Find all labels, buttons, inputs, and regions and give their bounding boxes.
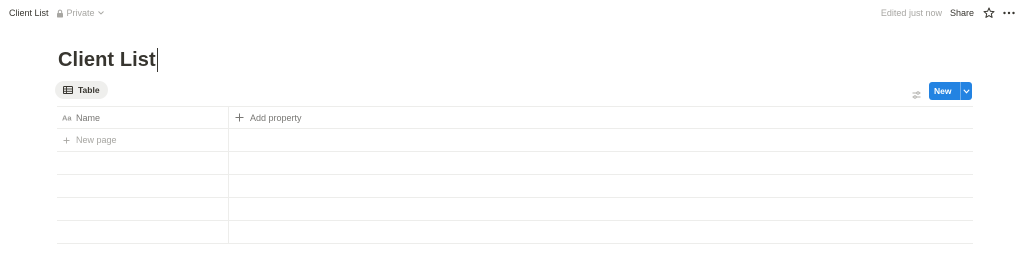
table-icon	[63, 86, 73, 94]
edited-status: Edited just now	[880, 8, 942, 18]
new-dropdown-toggle[interactable]	[961, 88, 972, 94]
lock-icon	[56, 9, 63, 17]
more-horizontal-icon	[1003, 11, 1015, 15]
table-row[interactable]	[57, 221, 973, 244]
privacy-label: Private	[66, 8, 95, 18]
table-header-row: Aa Name Add property	[57, 106, 973, 129]
table-row[interactable]	[57, 198, 973, 221]
share-button[interactable]: Share	[950, 8, 974, 18]
table-cell[interactable]	[57, 221, 229, 243]
favorite-button[interactable]	[983, 7, 995, 19]
star-icon	[983, 7, 995, 18]
new-page-label: New page	[76, 135, 117, 145]
sliders-icon	[912, 91, 921, 99]
breadcrumb-page-title[interactable]: Client List	[9, 8, 49, 18]
column-header-label: Name	[76, 112, 101, 123]
view-tab-table[interactable]: Table	[55, 81, 108, 99]
database-table: Aa Name Add property New page	[57, 106, 973, 244]
view-tab-label: Table	[78, 85, 100, 95]
plus-icon	[63, 137, 70, 143]
chevron-down-icon	[97, 11, 104, 15]
new-page-row[interactable]: New page	[57, 129, 973, 152]
add-property-label: Add property	[250, 112, 302, 123]
chevron-down-icon	[963, 88, 970, 94]
new-button[interactable]: New	[929, 82, 972, 100]
column-header-name[interactable]: Aa Name	[57, 107, 229, 128]
text-cursor	[156, 48, 158, 72]
breadcrumb: Client List Private	[0, 8, 107, 18]
new-page-button[interactable]: New page	[57, 129, 229, 151]
table-row[interactable]	[57, 152, 973, 175]
table-row[interactable]	[57, 175, 973, 198]
more-options-button[interactable]	[1003, 11, 1015, 15]
privacy-dropdown[interactable]: Private	[56, 8, 107, 18]
table-cell[interactable]	[57, 198, 229, 220]
add-property-button[interactable]: Add property	[229, 107, 302, 128]
table-cell[interactable]	[57, 152, 229, 174]
text-property-icon: Aa	[62, 114, 72, 121]
table-cell[interactable]	[57, 175, 229, 197]
new-button-label[interactable]: New	[929, 86, 960, 96]
filter-button[interactable]	[912, 86, 921, 104]
page-title-container[interactable]: Client List	[58, 48, 158, 72]
topbar-actions: Edited just now Share	[881, 7, 1024, 19]
topbar: Client List Private Edited just now Shar…	[0, 0, 1024, 26]
svg-text:Aa: Aa	[62, 114, 72, 121]
page-title[interactable]: Client List	[58, 49, 156, 72]
plus-icon	[235, 113, 244, 122]
